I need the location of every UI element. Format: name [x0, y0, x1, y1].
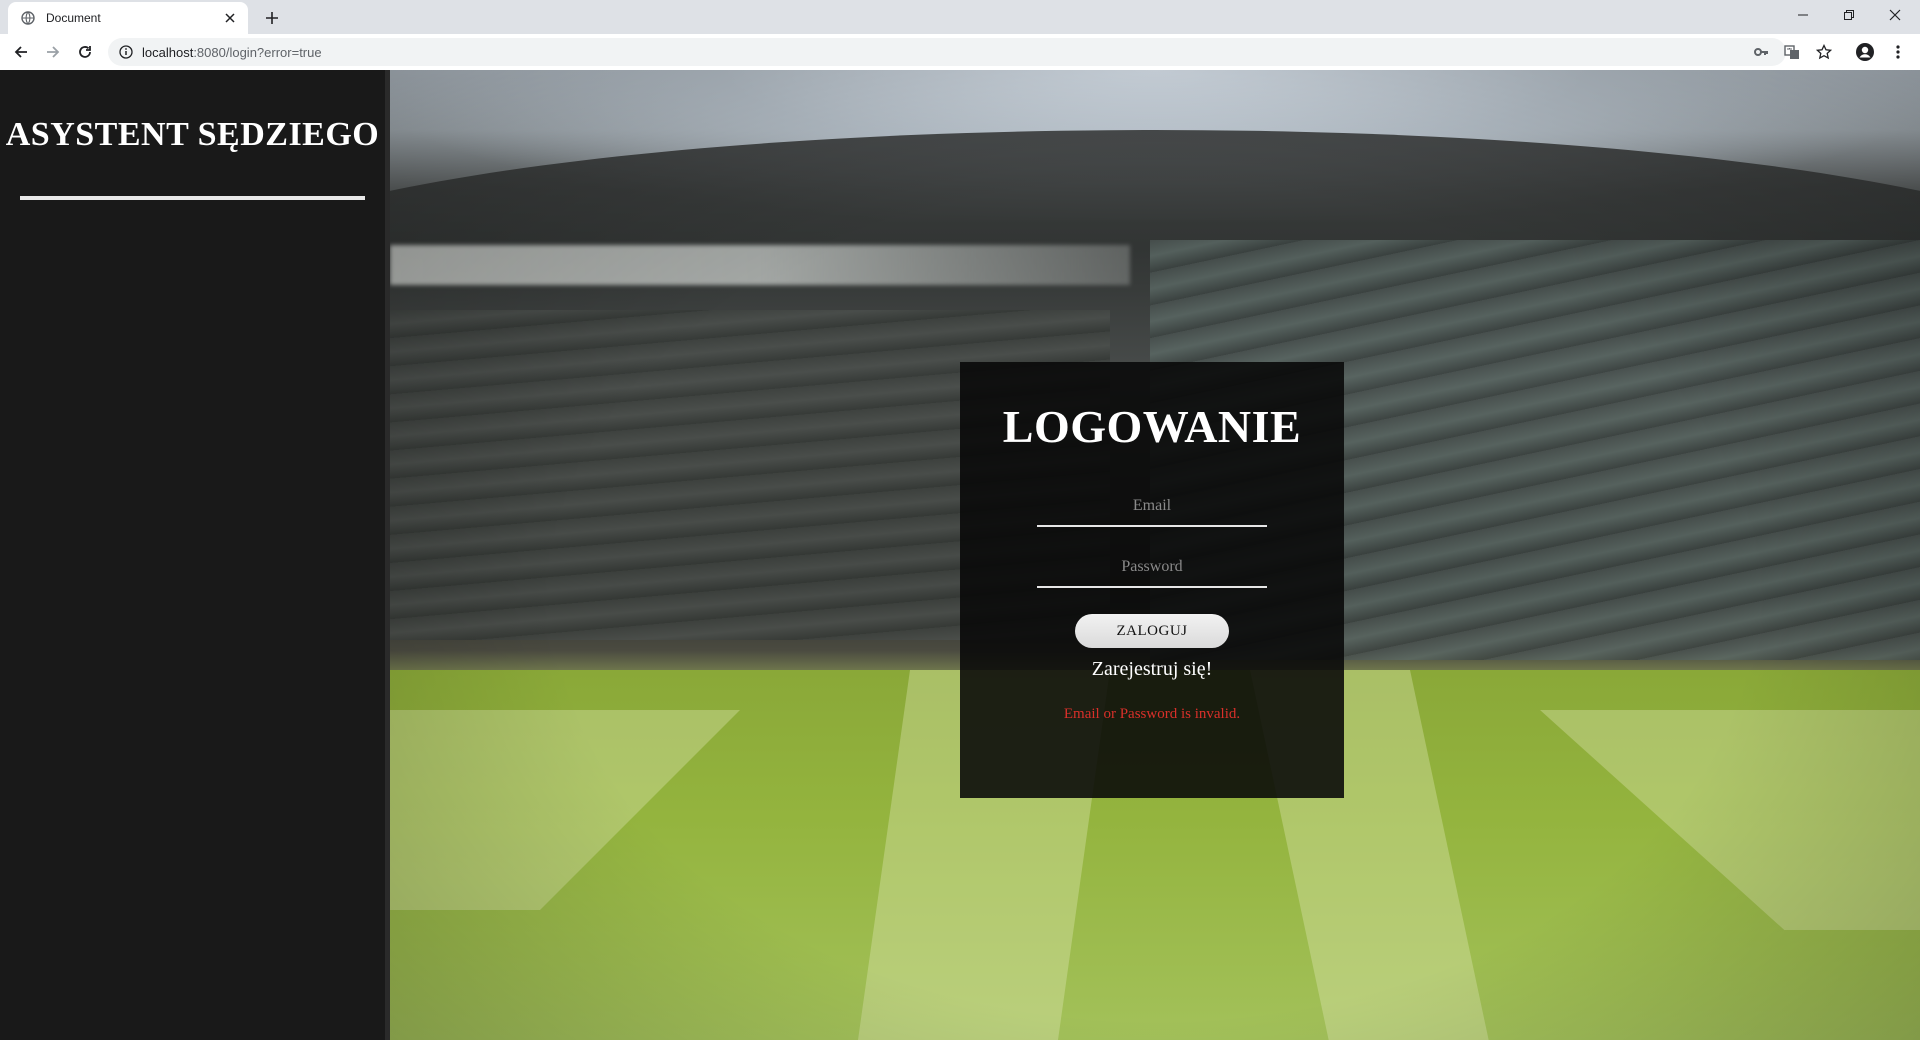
- browser-toolbar: localhost:8080/login?error=true: [0, 34, 1920, 70]
- translate-icon[interactable]: [1778, 38, 1806, 66]
- close-icon: [1889, 9, 1901, 21]
- browser-tab[interactable]: Document: [8, 2, 248, 34]
- url-host: localhost: [142, 44, 194, 60]
- error-message: Email or Password is invalid.: [1063, 706, 1241, 722]
- menu-icon[interactable]: [1884, 38, 1912, 66]
- sidebar-divider: [20, 196, 365, 200]
- url-text: localhost:8080/login?error=true: [142, 45, 322, 60]
- reload-icon: [79, 46, 91, 58]
- new-tab-button[interactable]: [260, 6, 284, 30]
- sidebar: ASYSTENT SĘDZIEGO: [0, 70, 385, 1040]
- forward-icon: [47, 46, 60, 58]
- restore-icon: [1844, 10, 1854, 20]
- close-window-button[interactable]: [1872, 0, 1918, 30]
- plus-icon: [266, 12, 278, 24]
- close-icon[interactable]: [222, 10, 238, 26]
- browser-tabstrip: Document: [0, 0, 1920, 34]
- page-viewport: ASYSTENT SĘDZIEGO LOGOWANIE ZALOGUJ Zare…: [0, 70, 1920, 1040]
- password-field-wrapper: [1037, 548, 1267, 588]
- minimize-icon: [1798, 14, 1808, 16]
- register-link[interactable]: Zarejestruj się!: [960, 658, 1344, 681]
- sidebar-border: [385, 70, 390, 1040]
- login-title: LOGOWANIE: [1002, 401, 1302, 452]
- email-field-wrapper: [1037, 487, 1267, 527]
- app-title: ASYSTENT SĘDZIEGO: [5, 116, 380, 153]
- globe-icon: [20, 10, 36, 26]
- url-path: :8080/login?error=true: [193, 44, 322, 60]
- star-icon[interactable]: [1810, 38, 1838, 66]
- login-form: LOGOWANIE ZALOGUJ Zarejestruj się! Email…: [960, 362, 1344, 798]
- address-bar[interactable]: localhost:8080/login?error=true: [108, 38, 1786, 66]
- forward-button[interactable]: [39, 38, 67, 66]
- minimize-button[interactable]: [1780, 0, 1826, 30]
- back-icon: [14, 46, 27, 58]
- info-icon[interactable]: [118, 44, 134, 60]
- key-icon[interactable]: [1747, 38, 1775, 66]
- email-field[interactable]: [1037, 487, 1267, 525]
- password-field[interactable]: [1037, 548, 1267, 586]
- reload-button[interactable]: [71, 38, 99, 66]
- account-icon[interactable]: [1851, 38, 1879, 66]
- restore-button[interactable]: [1826, 0, 1872, 30]
- login-button[interactable]: ZALOGUJ: [1075, 614, 1229, 648]
- tab-title: Document: [46, 11, 101, 25]
- back-button[interactable]: [7, 38, 35, 66]
